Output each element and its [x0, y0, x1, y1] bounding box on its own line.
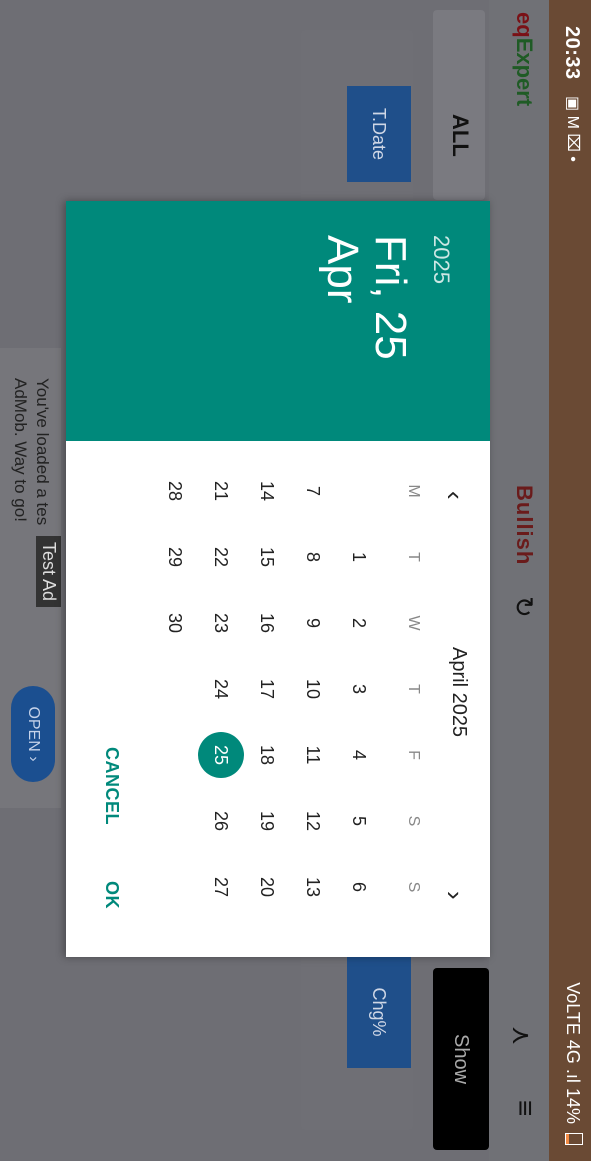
calendar-day[interactable]: 19: [244, 798, 290, 844]
year-label[interactable]: 2025: [428, 235, 454, 284]
calendar-day[interactable]: 11: [290, 732, 336, 778]
status-bar: 20:33 ▣ M ⌧ • VoLTE 4G .ıl 14%: [549, 0, 591, 1161]
signal-icon: VoLTE 4G .ıl: [563, 982, 583, 1083]
calendar-day[interactable]: 4: [336, 732, 382, 778]
screen: 20:33 ▣ M ⌧ • VoLTE 4G .ıl 14% eqExpert …: [0, 0, 591, 1161]
brand-logo: eqExpert: [512, 12, 537, 107]
calendar-day[interactable]: 14: [244, 468, 290, 514]
calendar-day[interactable]: 30: [152, 600, 198, 646]
column-header-change[interactable]: Chg%: [347, 956, 411, 1068]
calendar-day[interactable]: 5: [336, 798, 382, 844]
calendar-day[interactable]: 22: [198, 534, 244, 580]
calendar-day[interactable]: 26: [198, 798, 244, 844]
calendar-day[interactable]: 1: [336, 534, 382, 580]
weekday-label: F: [405, 750, 422, 760]
filter-value: ALL: [448, 114, 473, 157]
battery-icon: [565, 1133, 583, 1145]
calendar-day[interactable]: 8: [290, 534, 336, 580]
calendar-day[interactable]: 29: [152, 534, 198, 580]
calendar-day[interactable]: 24: [198, 666, 244, 712]
refresh-icon[interactable]: ↻: [508, 596, 539, 618]
share-icon[interactable]: ⋏: [506, 1026, 537, 1045]
ad-banner[interactable]: You've loaded a tes AdMob. Way to go! Te…: [0, 348, 61, 808]
battery-text: 14%: [563, 1087, 583, 1124]
show-button[interactable]: Show: [433, 968, 489, 1150]
calendar-day[interactable]: 15: [244, 534, 290, 580]
calendar-day[interactable]: 21: [198, 468, 244, 514]
calendar-day[interactable]: 7: [290, 468, 336, 514]
selected-day[interactable]: 25: [198, 732, 244, 778]
calendar-day[interactable]: 3: [336, 666, 382, 712]
app-bar: eqExpert Bullish ↻ ⋏ ≡: [489, 0, 549, 1161]
month-label: April 2025: [448, 647, 470, 738]
date-picker-header: 2025 Fri, 25 Apr: [66, 201, 490, 441]
ad-tag: Test Ad: [36, 536, 61, 608]
chevron-left-icon[interactable]: ‹: [439, 491, 470, 500]
selected-date: Fri, 25 Apr: [318, 235, 415, 360]
cancel-button[interactable]: CANCEL: [101, 747, 122, 825]
date-picker-dialog: 2025 Fri, 25 Apr ‹ April 2025 › MTWTFSS …: [66, 201, 490, 957]
ad-text: You've loaded a tes AdMob. Way to go!: [11, 378, 52, 526]
weekday-label: M: [405, 484, 422, 498]
weekday-label: T: [405, 684, 422, 694]
calendar-day[interactable]: 27: [198, 864, 244, 910]
calendar-day[interactable]: 17: [244, 666, 290, 712]
trend-label: Bullish: [512, 485, 537, 566]
weekday-label: S: [405, 815, 422, 827]
column-header-date[interactable]: T.Date: [347, 86, 411, 182]
calendar: ‹ April 2025 › MTWTFSS 1 2 3 4 5 6 7 8 9 10 11 12 13…: [66, 441, 490, 957]
chevron-right-icon[interactable]: ›: [439, 891, 470, 900]
calendar-day[interactable]: 28: [152, 468, 198, 514]
calendar-day[interactable]: 12: [290, 798, 336, 844]
weekday-label: T: [405, 552, 422, 562]
calendar-day[interactable]: 23: [198, 600, 244, 646]
menu-icon[interactable]: ≡: [509, 1100, 541, 1116]
weekday-label: S: [405, 881, 422, 893]
calendar-day[interactable]: 16: [244, 600, 290, 646]
status-time: 20:33: [561, 26, 583, 80]
calendar-day[interactable]: 9: [290, 600, 336, 646]
notification-icons: ▣ M ⌧ •: [564, 96, 581, 162]
calendar-day[interactable]: 10: [290, 666, 336, 712]
calendar-day[interactable]: 18: [244, 732, 290, 778]
ad-open-button[interactable]: OPEN ›: [11, 686, 55, 782]
weekday-label: W: [405, 615, 422, 631]
calendar-day[interactable]: 6: [336, 864, 382, 910]
filter-select[interactable]: ALL: [433, 10, 485, 200]
status-right: VoLTE 4G .ıl 14%: [562, 982, 583, 1145]
calendar-day[interactable]: 2: [336, 600, 382, 646]
ok-button[interactable]: OK: [101, 881, 122, 909]
calendar-day[interactable]: 20: [244, 864, 290, 910]
calendar-day[interactable]: 13: [290, 864, 336, 910]
